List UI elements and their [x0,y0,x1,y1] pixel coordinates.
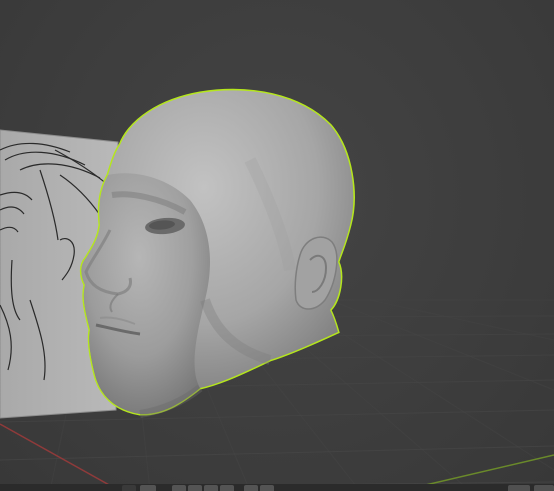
transform-icon[interactable] [220,485,234,491]
rotate-icon[interactable] [188,485,202,491]
select-icon[interactable] [140,485,156,491]
move-icon[interactable] [172,485,186,491]
scale-icon[interactable] [204,485,218,491]
3d-viewport[interactable] [0,0,554,491]
measure-icon[interactable] [260,485,274,491]
tool-icon[interactable] [122,485,136,491]
bottom-toolbar [0,484,554,491]
overlay-icon[interactable] [508,485,530,491]
shading-icon[interactable] [534,485,554,491]
annotate-icon[interactable] [244,485,258,491]
head-sculpt[interactable] [79,88,355,418]
